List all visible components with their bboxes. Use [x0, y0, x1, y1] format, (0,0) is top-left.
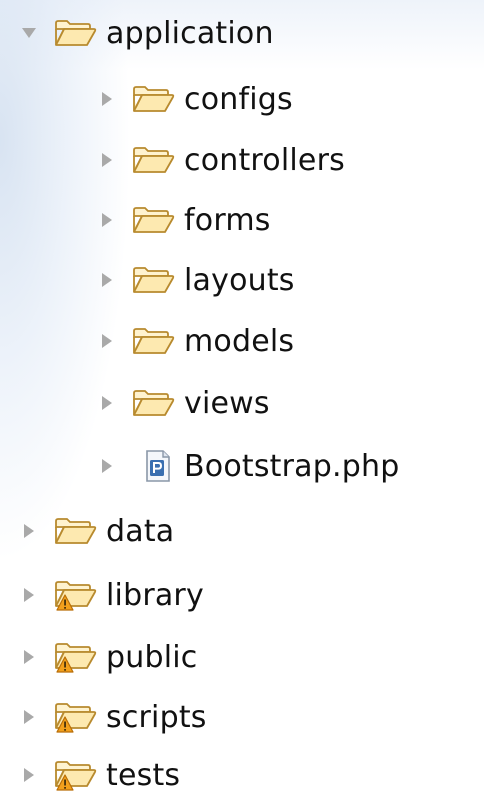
tree-item-label: scripts [106, 699, 207, 735]
folder-open-icon [132, 263, 176, 297]
project-tree[interactable]: application configs controllers forms la… [0, 0, 484, 802]
tree-item-views[interactable]: views [96, 380, 270, 426]
folder-open-icon [132, 386, 176, 420]
tree-item-label: views [184, 385, 270, 421]
tree-item-layouts[interactable]: layouts [96, 257, 295, 303]
tree-item-scripts[interactable]: scripts [18, 694, 207, 740]
tree-item-label: application [106, 15, 274, 51]
folder-open-icon [132, 324, 176, 358]
collapsed-triangle-icon[interactable] [18, 584, 40, 606]
tree-item-label: library [106, 577, 204, 613]
collapsed-triangle-icon[interactable] [18, 520, 40, 542]
collapsed-triangle-icon[interactable] [18, 646, 40, 668]
tree-item-label: models [184, 323, 295, 359]
tree-item-bootstrap-php[interactable]: Bootstrap.php [96, 443, 399, 489]
folder-open-icon [132, 82, 176, 116]
tree-item-label: configs [184, 81, 293, 117]
tree-item-application[interactable]: application [18, 10, 274, 56]
tree-item-label: controllers [184, 142, 345, 178]
collapsed-triangle-icon[interactable] [18, 764, 40, 786]
folder-open-icon [54, 514, 98, 548]
tree-item-controllers[interactable]: controllers [96, 137, 345, 183]
collapsed-triangle-icon[interactable] [96, 330, 118, 352]
tree-item-library[interactable]: library [18, 572, 204, 618]
folder-open-icon [54, 16, 98, 50]
collapsed-triangle-icon[interactable] [96, 455, 118, 477]
php-file-icon [140, 449, 176, 483]
tree-item-forms[interactable]: forms [96, 197, 271, 243]
tree-item-tests[interactable]: tests [18, 752, 180, 798]
tree-item-label: data [106, 513, 175, 549]
collapsed-triangle-icon[interactable] [96, 209, 118, 231]
collapsed-triangle-icon[interactable] [96, 269, 118, 291]
tree-item-label: public [106, 639, 198, 675]
folder-warning-icon [54, 640, 98, 674]
tree-item-label: forms [184, 202, 271, 238]
tree-item-label: layouts [184, 262, 295, 298]
tree-item-public[interactable]: public [18, 634, 197, 680]
folder-open-icon [132, 203, 176, 237]
tree-item-label: Bootstrap.php [184, 448, 400, 484]
tree-item-models[interactable]: models [96, 318, 294, 364]
folder-open-icon [132, 143, 176, 177]
collapsed-triangle-icon[interactable] [96, 392, 118, 414]
tree-item-data[interactable]: data [18, 508, 174, 554]
collapsed-triangle-icon[interactable] [96, 149, 118, 171]
expanded-triangle-icon[interactable] [18, 22, 40, 44]
collapsed-triangle-icon[interactable] [18, 706, 40, 728]
folder-warning-icon [54, 758, 98, 792]
folder-warning-icon [54, 578, 98, 612]
tree-item-label: tests [106, 757, 181, 793]
folder-warning-icon [54, 700, 98, 734]
tree-item-configs[interactable]: configs [96, 76, 293, 122]
collapsed-triangle-icon[interactable] [96, 88, 118, 110]
